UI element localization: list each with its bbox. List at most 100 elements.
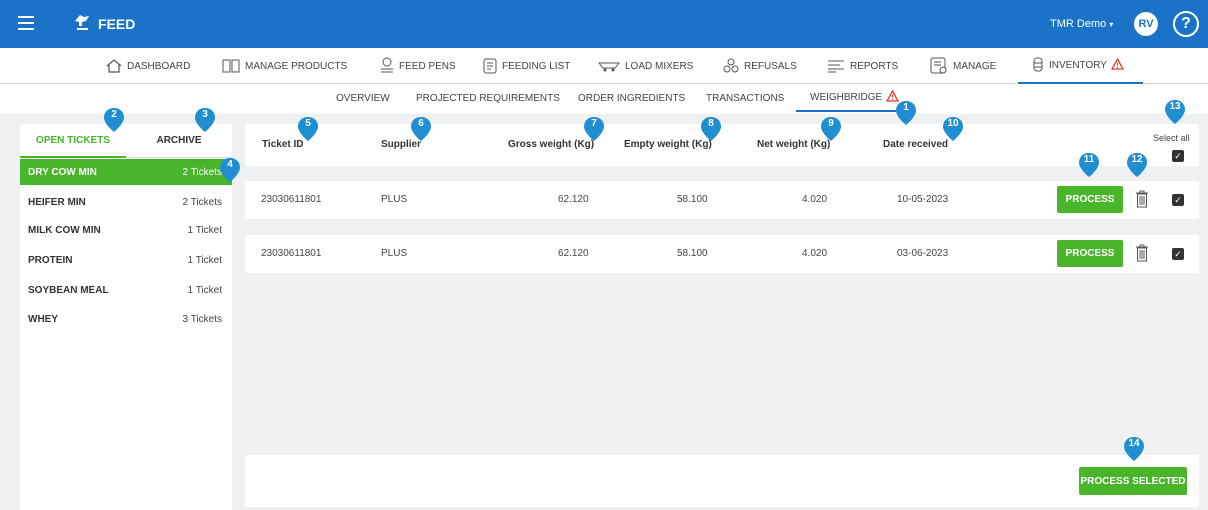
callout-badge-7: 7 [583,116,605,142]
sidebar-item-soybean-meal[interactable]: SOYBEAN MEAL 1 Ticket [20,277,232,303]
nav-label: INVENTORY [1049,59,1107,71]
nav-feed-pens[interactable]: FEED PENS [380,48,456,84]
cell-net-weight: 4.020 [802,194,828,205]
tab-transactions[interactable]: TRANSACTIONS [706,84,784,112]
callout-badge-1: 1 [895,100,917,126]
help-icon[interactable]: ? [1173,11,1199,37]
callout-badge-9: 9 [820,116,842,142]
nav-manage[interactable]: MANAGE [930,48,996,84]
nav-feeding-list[interactable]: FEEDING LIST [483,48,570,84]
callout-number: 7 [591,118,597,129]
row-checkbox[interactable]: ✓ [1172,248,1184,260]
reports-icon [827,59,845,73]
sub-nav: OVERVIEW PROJECTED REQUIREMENTS ORDER IN… [0,84,1208,114]
callout-number: 8 [708,118,714,129]
process-selected-button[interactable]: PROCESS SELECTED [1079,467,1187,495]
cell-date-received: 10-05-2023 [897,194,949,205]
list-icon [483,58,497,74]
nav-refusals[interactable]: REFUSALS [723,48,797,84]
mixer-icon [598,60,620,72]
cell-empty-weight: 58.100 [677,248,708,259]
user-name: TMR Demo [1050,18,1107,30]
tab-order-ingredients[interactable]: ORDER INGREDIENTS [578,84,685,112]
nav-inventory[interactable]: INVENTORY [1018,48,1143,84]
tab-label: WEIGHBRIDGE [810,91,883,103]
col-date-received[interactable]: Date received [883,139,948,150]
pen-icon [380,57,394,75]
table-header: Ticket ID Supplier Gross weight (Kg) Emp… [245,124,1199,166]
callout-badge-11: 11 [1078,152,1100,178]
item-name: WHEY [28,313,58,325]
row-checkbox[interactable]: ✓ [1172,194,1184,206]
item-name: PROTEIN [28,254,73,266]
callout-number: 13 [1169,101,1181,112]
callout-badge-2: 2 [103,107,125,133]
col-gross-weight[interactable]: Gross weight (Kg) [508,139,594,150]
process-button[interactable]: PROCESS [1057,186,1123,213]
callout-number: 2 [111,109,117,120]
cell-ticket-id: 23030611801 [261,248,322,259]
callout-number: 10 [947,118,959,129]
cell-date-received: 03-06-2023 [897,248,949,259]
avatar[interactable]: RV [1134,12,1158,36]
callout-badge-4: 4 [219,157,241,183]
tab-archive[interactable]: ARCHIVE [126,124,232,158]
item-count: 1 Ticket [187,284,222,296]
item-name: HEIFER MIN [28,196,86,208]
select-all-checkbox[interactable]: ✓ [1172,150,1184,162]
nav-label: REFUSALS [744,60,797,72]
trash-icon[interactable] [1135,190,1149,208]
cell-ticket-id: 23030611801 [261,194,322,205]
cell-supplier: PLUS [381,248,408,259]
cell-gross-weight: 62.120 [558,248,589,259]
nav-label: FEED PENS [399,60,456,72]
sidebar-item-protein[interactable]: PROTEIN 1 Ticket [20,247,232,273]
nav-reports[interactable]: REPORTS [827,48,898,84]
callout-number: 1 [903,102,909,113]
nav-load-mixers[interactable]: LOAD MIXERS [598,48,693,84]
item-count: 2 Tickets [182,196,222,208]
recycle-icon [723,58,739,74]
sidebar-item-dry-cow-min[interactable]: DRY COW MIN 2 Tickets [20,159,232,185]
callout-badge-6: 6 [410,116,432,142]
nav-manage-products[interactable]: MANAGE PRODUCTS [222,48,347,84]
col-empty-weight[interactable]: Empty weight (Kg) [624,139,712,150]
tab-overview[interactable]: OVERVIEW [336,84,390,112]
top-bar: FEED TMR Demo ▾ RV ? [0,0,1208,48]
sidebar-item-whey[interactable]: WHEY 3 Tickets [20,306,232,332]
sidebar-item-heifer-min[interactable]: HEIFER MIN 2 Tickets [20,189,232,215]
callout-badge-8: 8 [700,116,722,142]
callout-number: 6 [418,118,424,129]
home-icon [106,59,122,73]
user-menu[interactable]: TMR Demo ▾ [1050,18,1113,30]
ticket-sidebar: OPEN TICKETS ARCHIVE DRY COW MIN 2 Ticket… [20,124,232,510]
item-name: SOYBEAN MEAL [28,284,109,296]
tab-weighbridge[interactable]: WEIGHBRIDGE [796,84,900,112]
callout-number: 3 [202,109,208,120]
item-count: 3 Tickets [182,313,222,325]
nav-label: MANAGE PRODUCTS [245,60,348,72]
callout-badge-12: 12 [1126,152,1148,178]
callout-number: 12 [1131,154,1143,165]
tab-projected-requirements[interactable]: PROJECTED REQUIREMENTS [416,84,560,112]
nav-label: DASHBOARD [127,60,191,72]
process-button[interactable]: PROCESS [1057,240,1123,267]
nav-label: FEEDING LIST [502,60,571,72]
menu-icon[interactable] [18,16,34,30]
callout-number: 14 [1128,438,1140,449]
feed-logo-icon [75,15,89,30]
item-count: 2 Tickets [182,166,222,178]
nav-dashboard[interactable]: DASHBOARD [106,48,190,84]
nav-label: REPORTS [850,60,899,72]
chevron-down-icon: ▾ [1109,20,1114,29]
sidebar-item-milk-cow-min[interactable]: MILK COW MIN 1 Ticket [20,217,232,243]
callout-badge-5: 5 [297,116,319,142]
trash-icon[interactable] [1135,244,1149,262]
nav-label: MANAGE [953,60,997,72]
callout-badge-14: 14 [1123,436,1145,462]
app-name: FEED [98,16,136,32]
callout-number: 5 [305,118,311,129]
products-icon [222,58,240,74]
item-count: 1 Ticket [187,224,222,236]
main-nav: DASHBOARD MANAGE PRODUCTS FEED PENS FEED… [0,48,1208,84]
